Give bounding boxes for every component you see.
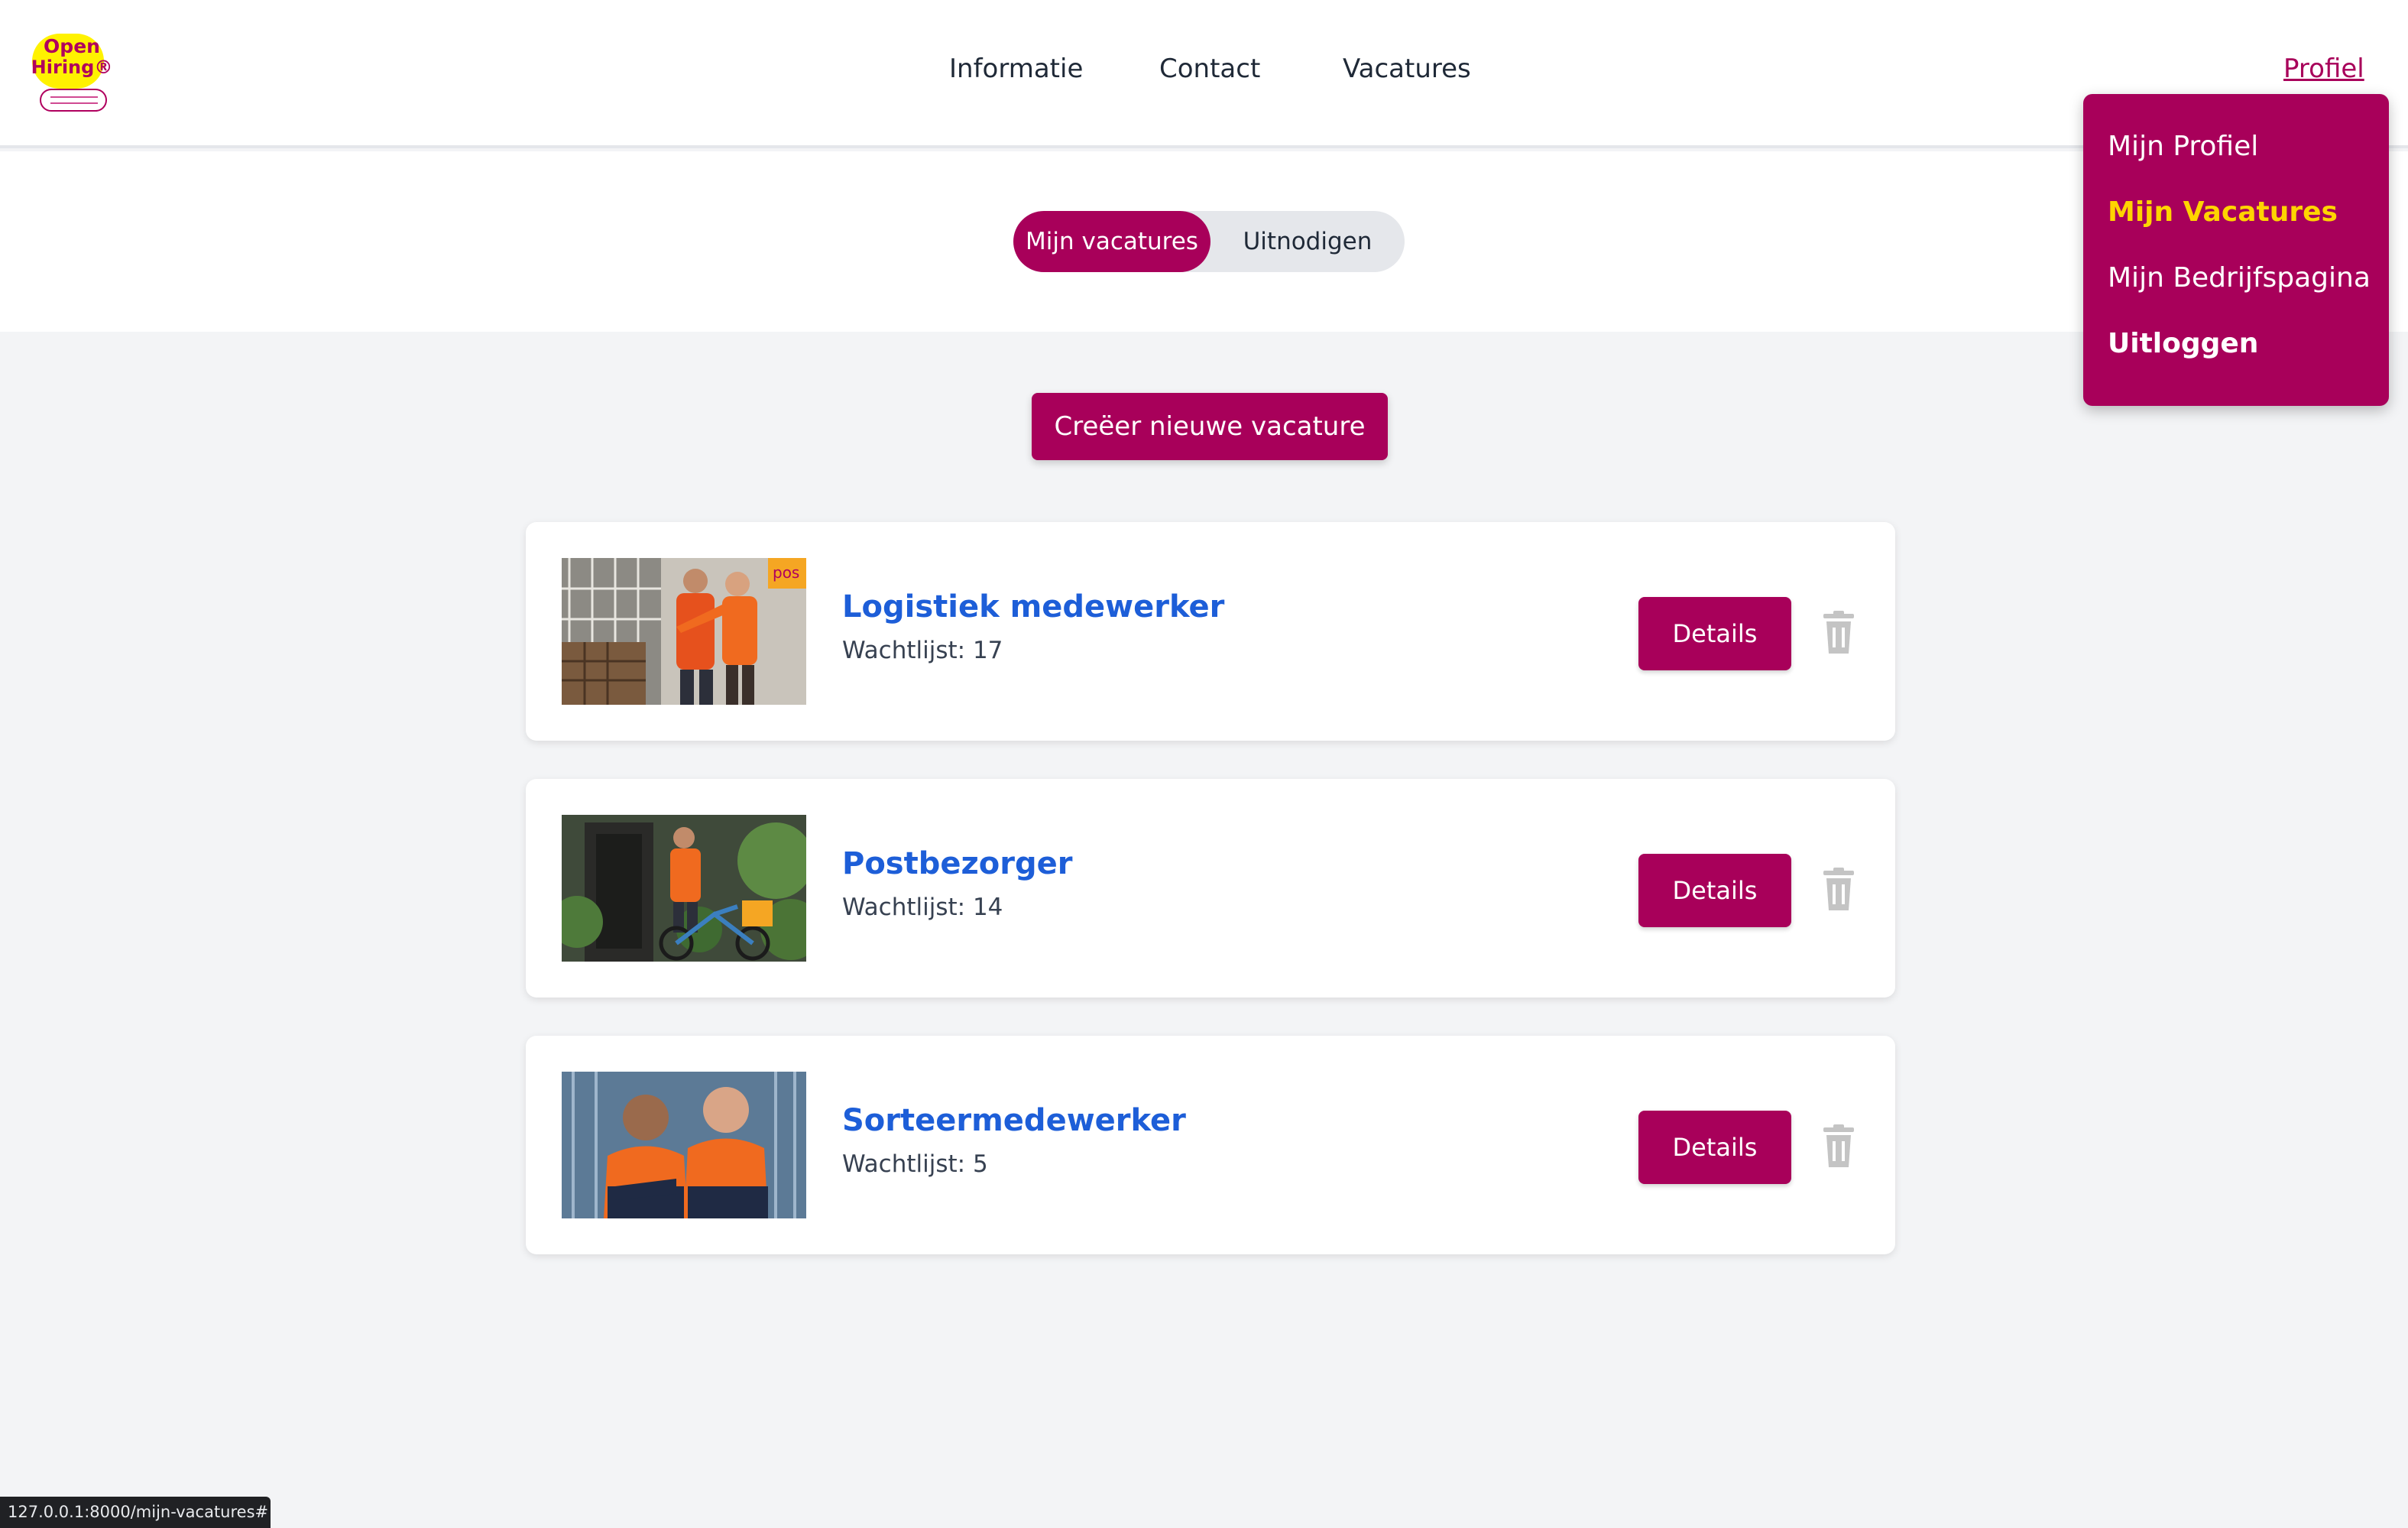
menu-item-mijn-vacatures[interactable]: Mijn Vacatures: [2108, 196, 2338, 228]
details-button[interactable]: Details: [1638, 597, 1791, 670]
tab-uitnodigen[interactable]: Uitnodigen: [1210, 211, 1405, 272]
vacancy-waitlist: Wachtlijst: 17: [842, 637, 1003, 664]
vacancy-photo: [562, 815, 806, 962]
vacancy-title[interactable]: Sorteermedewerker: [842, 1103, 1186, 1138]
trash-icon[interactable]: [1822, 611, 1855, 654]
open-hiring-logo[interactable]: Open Hiring®: [29, 31, 115, 115]
profile-link[interactable]: Profiel: [2283, 54, 2364, 84]
menu-item-mijn-profiel[interactable]: Mijn Profiel: [2108, 131, 2258, 162]
status-bar-url: 127.0.0.1:8000/mijn-vacatures#: [0, 1497, 271, 1528]
vacancy-title[interactable]: Postbezorger: [842, 846, 1072, 881]
profile-dropdown-menu: Mijn Profiel Mijn Vacatures Mijn Bedrijf…: [2083, 94, 2389, 406]
tab-mijn-vacatures[interactable]: Mijn vacatures: [1013, 211, 1210, 272]
vacancy-card: Sorteermedewerker Wachtlijst: 5 Details: [526, 1036, 1895, 1254]
menu-item-uitloggen[interactable]: Uitloggen: [2108, 328, 2258, 359]
menu-item-mijn-bedrijfspagina[interactable]: Mijn Bedrijfspagina: [2108, 262, 2371, 294]
vacancy-photo: [562, 1072, 806, 1218]
vacancy-image-sorteermedewerker: [562, 1072, 806, 1218]
create-vacancy-button[interactable]: Creëer nieuwe vacature: [1032, 393, 1388, 460]
vacancy-tab-toggle: Mijn vacatures Uitnodigen: [1013, 211, 1405, 272]
details-button[interactable]: Details: [1638, 854, 1791, 927]
vacancy-waitlist: Wachtlijst: 14: [842, 894, 1003, 921]
trash-icon[interactable]: [1822, 1124, 1855, 1167]
details-button[interactable]: Details: [1638, 1111, 1791, 1184]
vacancy-image-postbezorger: [562, 815, 806, 962]
logo-tagline-mark: [50, 102, 98, 104]
vacancy-photo: pos: [562, 558, 806, 705]
logo-tagline-mark: [50, 96, 98, 98]
trash-icon[interactable]: [1822, 868, 1855, 910]
nav-contact[interactable]: Contact: [1159, 54, 1260, 84]
vacancy-card: pos Logistiek medewerker Wachtlijst: 17 …: [526, 522, 1895, 741]
logo-text-hiring: Hiring®: [31, 57, 113, 78]
logo-tagline-badge: [40, 89, 107, 112]
logo-text-open: Open: [44, 35, 100, 57]
vacancy-card: Postbezorger Wachtlijst: 14 Details: [526, 779, 1895, 998]
vacancy-waitlist: Wachtlijst: 5: [842, 1150, 988, 1178]
nav-informatie[interactable]: Informatie: [949, 54, 1083, 84]
vacancy-title[interactable]: Logistiek medewerker: [842, 589, 1224, 625]
vacancy-image-logistiek: pos: [562, 558, 806, 705]
svg-text:pos: pos: [773, 563, 799, 582]
top-navigation: Open Hiring® Informatie Contact Vacature…: [0, 0, 2408, 148]
nav-vacatures[interactable]: Vacatures: [1343, 54, 1471, 84]
